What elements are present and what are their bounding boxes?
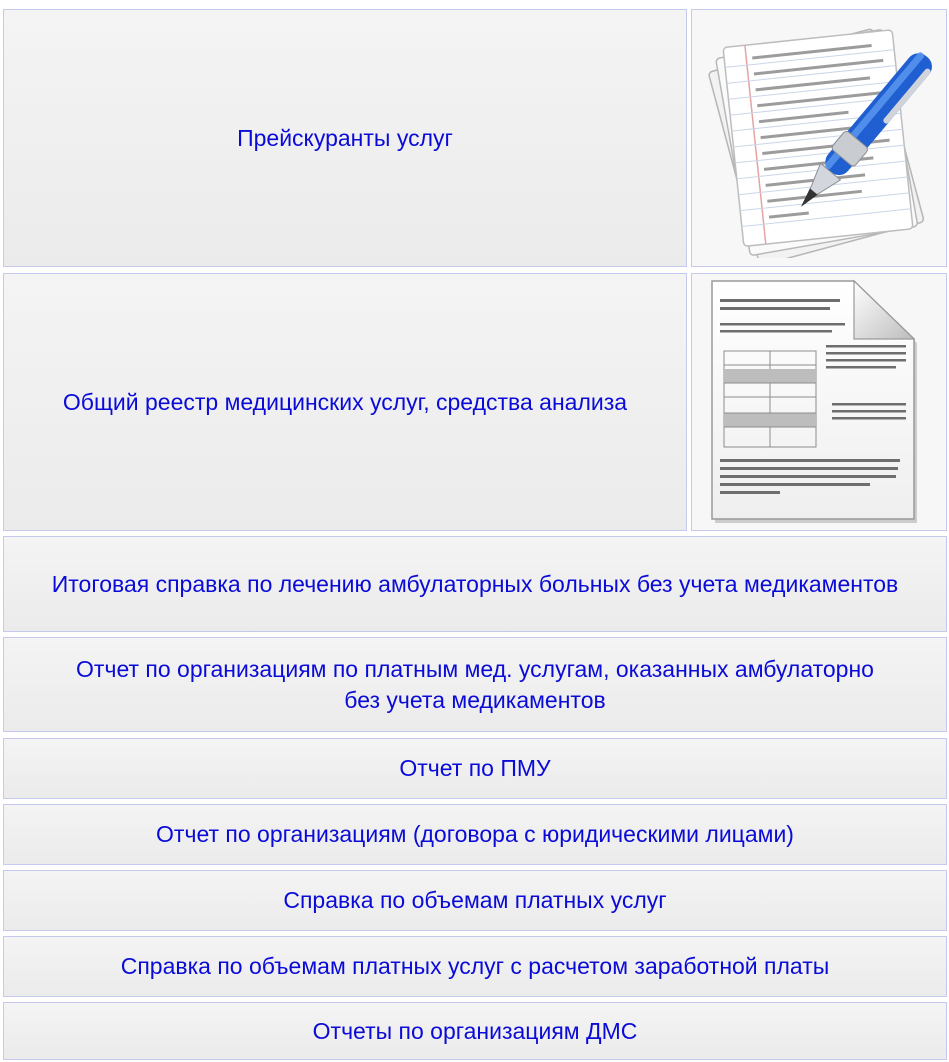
menu-item-label: Общий реестр медицинских услуг, средства… [62, 388, 628, 415]
document-icon [711, 279, 917, 523]
menu-item-pmu-report[interactable]: Отчет по ПМУ [3, 738, 947, 799]
menu-item-org-paid-services-report[interactable]: Отчет по организациям по платным мед. ус… [3, 637, 947, 732]
menu-item-legal-entities-report[interactable]: Отчет по организациям (договора с юридич… [3, 804, 947, 865]
menu-item-label: Отчеты по организациям ДМС [312, 1017, 638, 1044]
menu-item-outpatient-summary[interactable]: Итоговая справка по лечению амбулаторных… [3, 536, 947, 632]
pricelists-image-cell[interactable] [691, 9, 947, 267]
registry-image-cell[interactable] [691, 273, 947, 531]
menu-item-pricelists[interactable]: Прейскуранты услуг [3, 9, 687, 267]
notepad-pen-icon [708, 28, 932, 258]
menu-item-label: Справка по объемам платных услуг [283, 887, 667, 913]
menu-item-paid-services-salary[interactable]: Справка по объемам платных услуг с расче… [3, 936, 947, 997]
menu-item-label: Итоговая справка по лечению амбулаторных… [51, 570, 899, 597]
menu-item-dms-reports[interactable]: Отчеты по организациям ДМС [3, 1002, 947, 1060]
menu-item-medical-services-registry[interactable]: Общий реестр медицинских услуг, средства… [3, 273, 687, 531]
menu-item-label: Прейскуранты услуг [237, 124, 453, 151]
menu-item-paid-services-volume[interactable]: Справка по объемам платных услуг [3, 870, 947, 931]
menu-item-label: Отчет по организациям (договора с юридич… [156, 821, 794, 847]
menu-item-label: Справка по объемам платных услуг с расче… [120, 953, 830, 979]
menu-item-label: Отчет по организациям по платным мед. ус… [76, 655, 874, 713]
menu-item-label: Отчет по ПМУ [399, 755, 551, 781]
